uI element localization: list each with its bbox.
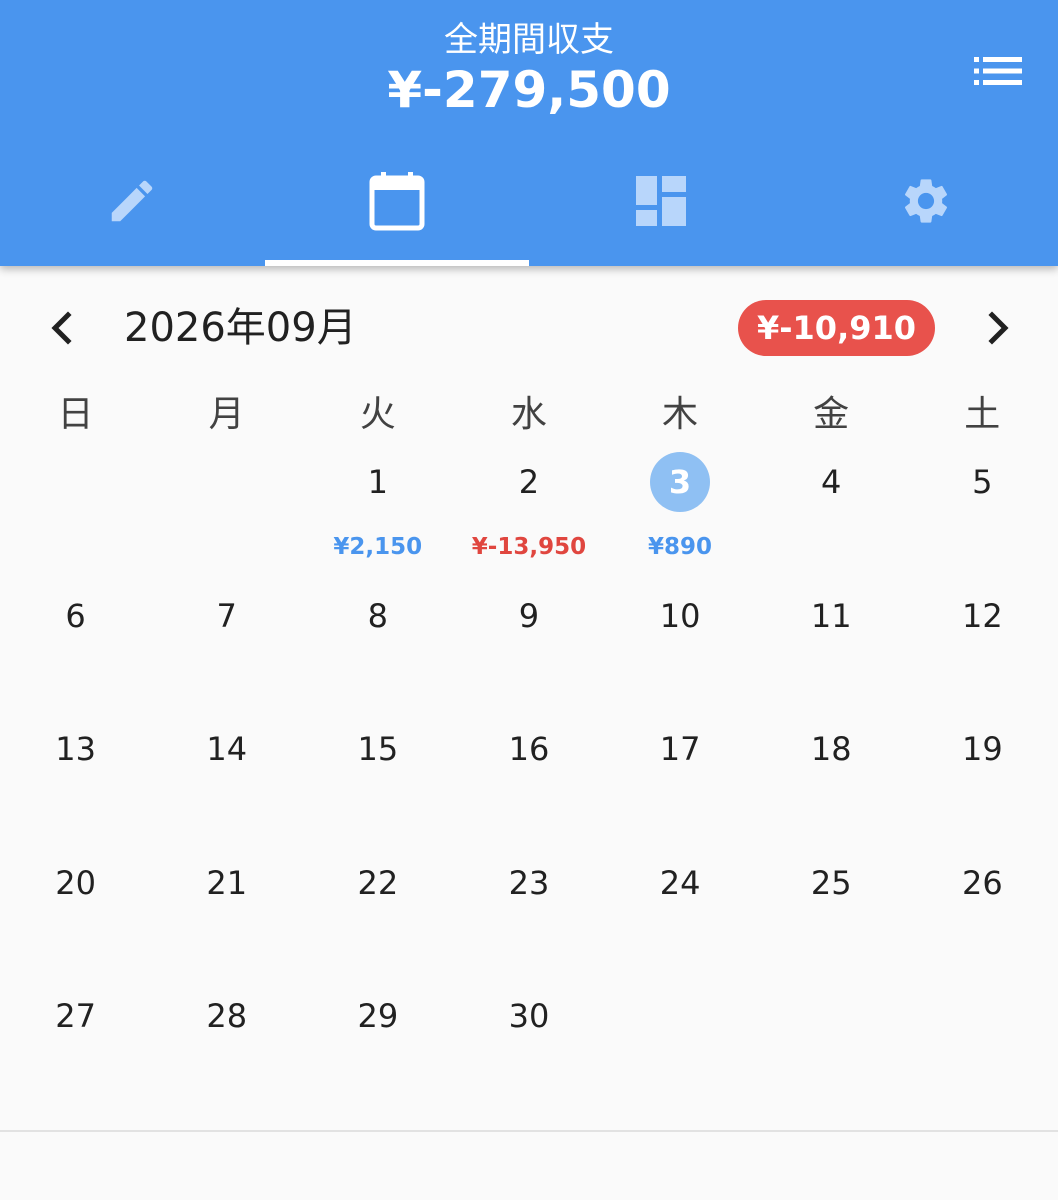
day-number: 22 [357,863,399,902]
day-number: 21 [206,863,248,902]
day-cell[interactable]: 18 [756,715,907,849]
day-number: 19 [961,730,1003,769]
day-number: 16 [508,730,550,769]
next-month-button[interactable] [968,298,1028,358]
day-number: 1 [367,463,388,501]
day-number: 24 [659,863,701,902]
day-cell[interactable]: 10 [605,582,756,716]
day-cell[interactable]: 8 [302,582,453,716]
day-number: 25 [810,863,852,902]
day-cell[interactable]: 15 [302,715,453,849]
tab-settings[interactable] [794,140,1058,266]
day-cell[interactable]: 21 [151,849,302,983]
day-cell[interactable]: 16 [453,715,604,849]
day-cell[interactable]: 2 ¥-13,950 [453,448,604,582]
tab-input[interactable] [0,140,265,266]
day-number: 5 [972,463,993,501]
day-number: 8 [367,596,388,635]
prev-month-button[interactable] [32,298,92,358]
day-cell[interactable]: 19 [907,715,1058,849]
day-number: 17 [659,730,701,769]
calendar-icon [368,170,426,232]
day-number: 14 [206,730,248,769]
day-number: 18 [810,730,852,769]
day-cell[interactable]: 5 [907,448,1058,582]
day-number: 28 [206,997,248,1036]
chevron-left-icon [51,311,72,345]
divider [0,1130,1058,1132]
weekday-label: 木 [662,394,699,435]
day-cell[interactable]: 22 [302,849,453,983]
list-icon [974,57,1022,85]
pencil-icon [105,174,159,228]
weekday-label: 水 [510,394,547,435]
weekday-label: 土 [964,394,1001,435]
month-navigator: 2026年09月 ¥-10,910 [0,290,1058,366]
day-cell[interactable]: 11 [756,582,907,716]
day-amount: ¥-13,950 [471,534,587,560]
gear-icon [899,174,953,228]
page-title: 全期間収支 [444,20,614,60]
dashboard-icon [636,176,687,226]
day-cell[interactable]: 27 [0,982,151,1116]
day-number: 30 [508,997,550,1036]
list-button[interactable] [968,46,1028,96]
chevron-right-icon [988,311,1009,345]
day-number: 10 [659,596,701,635]
day-amount: ¥2,150 [333,534,423,560]
app-bar: 全期間収支 ¥-279,500 [0,0,1058,266]
day-cell[interactable]: 20 [0,849,151,983]
day-cell[interactable]: 29 [302,982,453,1116]
tab-dashboard[interactable] [529,140,794,266]
weekday-header: 日 月 火 水 木 金 土 [0,390,1058,446]
day-cell[interactable]: 9 [453,582,604,716]
empty-day-cell [0,448,151,582]
day-cell[interactable]: 30 [453,982,604,1116]
weekday-label: 金 [813,394,850,435]
day-number: 15 [357,730,399,769]
day-cell[interactable]: 17 [605,715,756,849]
calendar-grid: 1 ¥2,150 2 ¥-13,950 3 ¥890 4 5 6 7 8 9 10 11 12 13 14 15 1… [0,448,1058,1116]
tab-bar [0,140,1058,266]
day-number: 13 [55,730,96,769]
day-cell[interactable]: 6 [0,582,151,716]
day-cell[interactable]: 7 [151,582,302,716]
all-time-balance: ¥-279,500 [387,61,671,119]
day-cell[interactable]: 4 [756,448,907,582]
day-cell[interactable]: 14 [151,715,302,849]
today-day-number: 3 [650,452,711,512]
month-balance-badge: ¥-10,910 [738,300,935,356]
day-cell[interactable]: 13 [0,715,151,849]
day-amount: ¥890 [648,534,713,560]
weekday-label: 日 [57,394,94,435]
day-number: 27 [55,997,96,1036]
day-cell[interactable]: 28 [151,982,302,1116]
day-number: 7 [216,596,237,635]
month-title: 2026年09月 [124,305,357,351]
tab-calendar[interactable] [264,140,530,266]
day-cell[interactable]: 26 [907,849,1058,983]
day-cell[interactable]: 24 [605,849,756,983]
day-number: 23 [508,863,550,902]
day-number: 29 [357,997,399,1036]
weekday-label: 月 [208,394,245,435]
day-cell[interactable]: 1 ¥2,150 [302,448,453,582]
day-cell[interactable]: 25 [756,849,907,983]
weekday-label: 火 [359,394,396,435]
day-number: 4 [821,463,842,501]
day-number: 26 [961,863,1003,902]
day-number: 11 [810,596,852,635]
day-cell[interactable]: 3 ¥890 [605,448,756,582]
day-number: 12 [961,596,1003,635]
empty-day-cell [151,448,302,582]
day-number: 9 [518,596,540,635]
day-number: 6 [65,596,86,635]
day-cell[interactable]: 23 [453,849,604,983]
day-number: 2 [518,463,540,501]
day-number: 20 [55,863,96,902]
day-cell[interactable]: 12 [907,582,1058,716]
